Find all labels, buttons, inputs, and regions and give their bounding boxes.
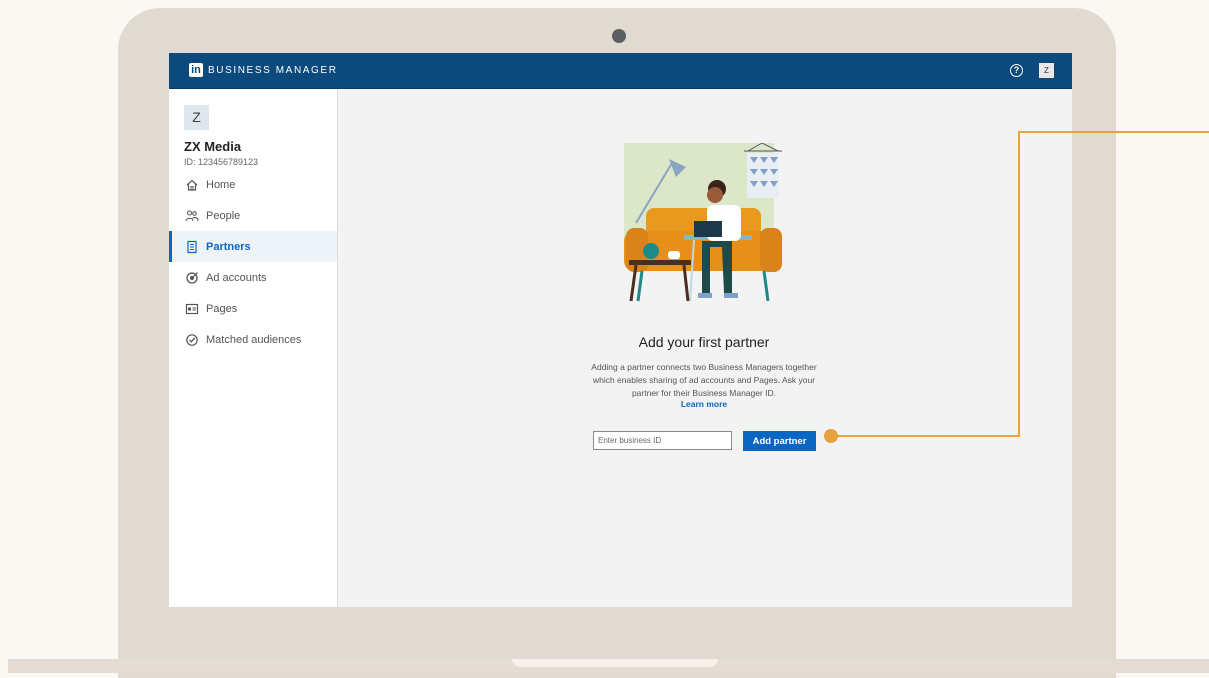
sidebar-item-people[interactable]: People (169, 200, 337, 231)
sidebar-item-pages[interactable]: Pages (169, 293, 337, 324)
sidebar-item-matched-audiences[interactable]: Matched audiences (169, 324, 337, 355)
business-id-input[interactable] (593, 431, 732, 450)
sidebar-item-partners[interactable]: Partners (169, 231, 337, 262)
sidebar-item-label: Ad accounts (206, 271, 267, 284)
user-avatar[interactable]: Z (1039, 63, 1054, 78)
sidebar-item-ad-accounts[interactable]: Ad accounts (169, 262, 337, 293)
linkedin-logo-icon: in (189, 63, 203, 77)
people-icon (185, 209, 199, 221)
camera-icon (612, 29, 626, 43)
org-name: ZX Media (184, 139, 242, 154)
learn-more-link[interactable]: Learn more (584, 399, 824, 409)
audience-icon (186, 333, 198, 346)
add-partner-button[interactable]: Add partner (743, 431, 816, 451)
sidebar-item-label: Matched audiences (206, 333, 302, 346)
partner-illustration (624, 143, 782, 302)
empty-state-description: Adding a partner connects two Business M… (591, 362, 817, 398)
app-title: BUSINESS MANAGER (208, 64, 338, 76)
sidebar-item-label: Home (206, 178, 236, 191)
app-screen: in BUSINESS MANAGER ? Z Z ZX Media ID: 1… (169, 53, 1072, 607)
top-navigation-bar: in BUSINESS MANAGER ? Z (169, 53, 1072, 89)
help-icon[interactable]: ? (1010, 64, 1023, 77)
org-avatar: Z (184, 105, 209, 130)
sidebar: Z ZX Media ID: 123456789123 Home People … (169, 89, 338, 607)
sidebar-item-label: People (206, 209, 241, 222)
org-id: ID: 123456789123 (184, 157, 259, 167)
sidebar-item-label: Pages (206, 302, 238, 315)
sidebar-item-label: Partners (206, 240, 251, 253)
laptop-notch (512, 659, 718, 667)
building-icon (187, 240, 197, 253)
brand[interactable]: in BUSINESS MANAGER (189, 63, 338, 77)
sidebar-item-home[interactable]: Home (169, 169, 337, 200)
page-icon (185, 303, 199, 314)
empty-state-title: Add your first partner (638, 334, 770, 350)
target-icon (186, 271, 198, 284)
home-icon (186, 179, 198, 191)
